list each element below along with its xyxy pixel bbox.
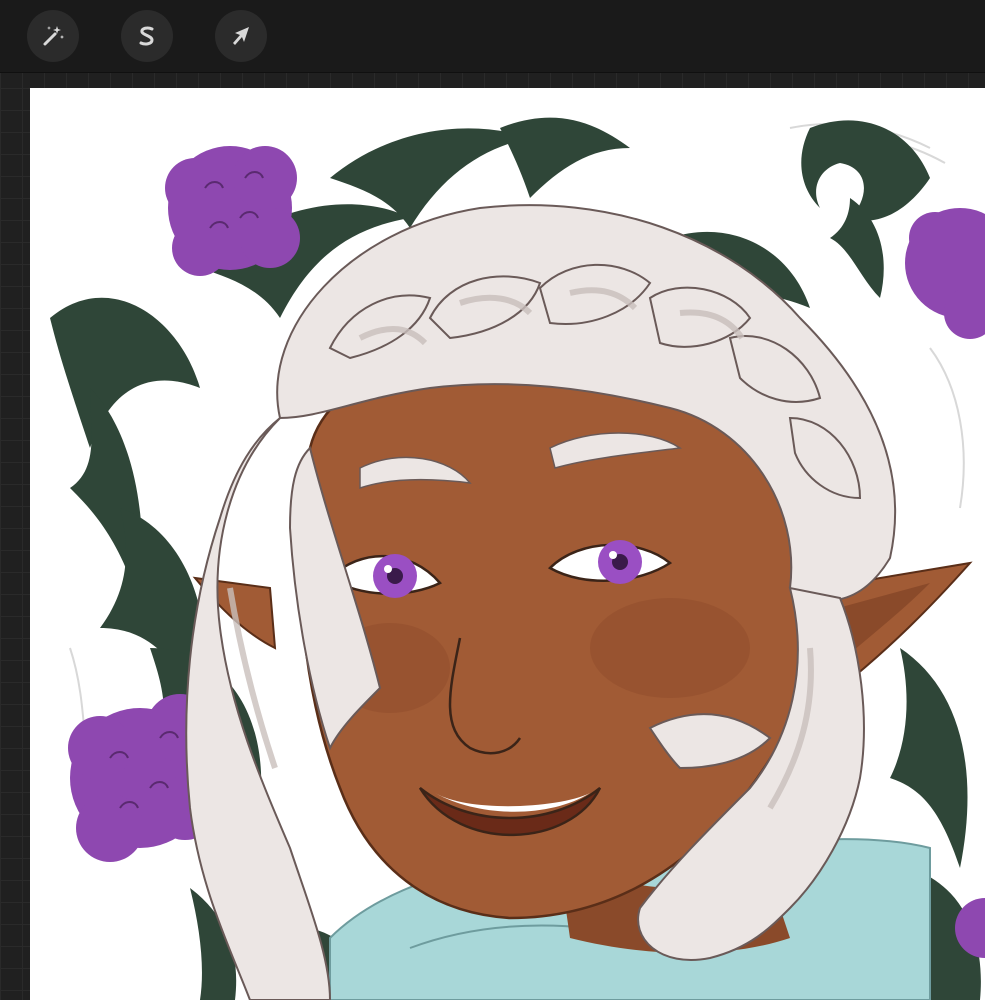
flower-top-left [165,146,300,276]
selection-s-icon [139,26,154,46]
transform-button[interactable] [215,10,267,62]
top-toolbar [0,0,985,73]
selection-button[interactable] [121,10,173,62]
flower-top-right [905,208,985,339]
magic-wand-icon [43,26,64,46]
procreate-app [0,0,985,1000]
artwork-illustration [50,117,985,1000]
adjustments-button[interactable] [27,10,79,62]
arrow-cursor-icon [233,27,249,45]
drawing-canvas[interactable] [30,88,985,1000]
